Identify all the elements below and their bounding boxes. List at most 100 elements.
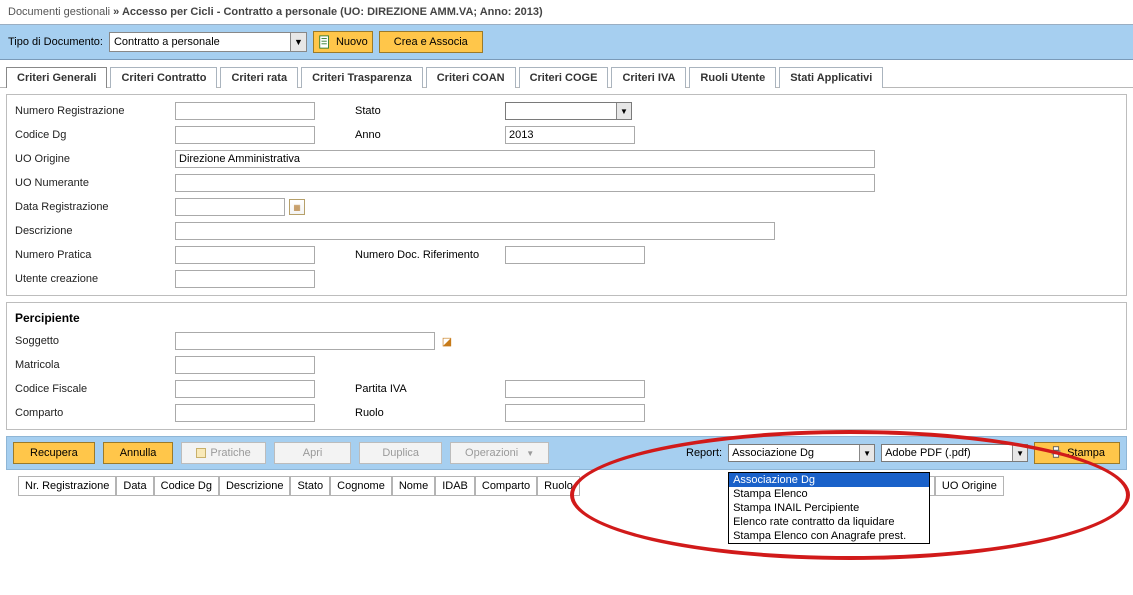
report-option-4[interactable]: Stampa Elenco con Anagrafe prest.: [729, 529, 929, 543]
breadcrumb: Documenti gestionali » Accesso per Cicli…: [0, 0, 1133, 25]
stato-combo[interactable]: ▼: [505, 102, 632, 120]
tab-criteri-trasparenza[interactable]: Criteri Trasparenza: [301, 67, 423, 88]
stampa-label: Stampa: [1067, 447, 1105, 459]
numero-doc-rif-input[interactable]: [505, 246, 645, 264]
chevron-down-icon: ▼: [526, 449, 534, 458]
results-table-header: Nr. Registrazione Data Codice Dg Descriz…: [6, 476, 1127, 496]
soggetto-label: Soggetto: [15, 335, 175, 347]
tab-stati-applicativi[interactable]: Stati Applicativi: [779, 67, 883, 88]
percipiente-title: Percipiente: [7, 307, 1126, 329]
col-idab[interactable]: IDAB: [435, 476, 475, 496]
nuovo-label: Nuovo: [336, 36, 368, 48]
report-option-0[interactable]: Associazione Dg: [729, 473, 929, 487]
col-data[interactable]: Data: [116, 476, 153, 496]
operazioni-button-disabled: Operazioni ▼: [450, 442, 549, 464]
uo-origine-label: UO Origine: [15, 153, 175, 165]
descrizione-input[interactable]: [175, 222, 775, 240]
apri-label: Apri: [303, 447, 323, 459]
recupera-button[interactable]: Recupera: [13, 442, 95, 464]
calendar-icon[interactable]: ▦: [289, 199, 305, 215]
numero-doc-rif-label: Numero Doc. Riferimento: [355, 249, 505, 261]
codice-fiscale-label: Codice Fiscale: [15, 383, 175, 395]
comparto-label: Comparto: [15, 407, 175, 419]
col-descrizione[interactable]: Descrizione: [219, 476, 290, 496]
partita-iva-input[interactable]: [505, 380, 645, 398]
col-nome[interactable]: Nome: [392, 476, 435, 496]
descrizione-label: Descrizione: [15, 225, 175, 237]
square-icon: [196, 448, 206, 458]
numero-reg-input[interactable]: [175, 102, 315, 120]
anno-label: Anno: [355, 129, 415, 141]
report-option-2[interactable]: Stampa INAIL Percipiente: [729, 501, 929, 515]
numero-pratica-input[interactable]: [175, 246, 315, 264]
report-option-1[interactable]: Stampa Elenco: [729, 487, 929, 501]
tab-criteri-iva[interactable]: Criteri IVA: [611, 67, 686, 88]
col-cognome[interactable]: Cognome: [330, 476, 392, 496]
tab-criteri-contratto[interactable]: Criteri Contratto: [110, 67, 217, 88]
chevron-down-icon[interactable]: ▼: [859, 445, 874, 461]
doc-type-label: Tipo di Documento:: [8, 36, 103, 48]
doc-type-input[interactable]: [110, 33, 290, 51]
anno-input[interactable]: [505, 126, 635, 144]
tab-criteri-rata[interactable]: Criteri rata: [220, 67, 298, 88]
stato-input[interactable]: [506, 103, 616, 119]
format-combo[interactable]: ▼: [881, 444, 1028, 462]
data-reg-label: Data Registrazione: [15, 201, 175, 213]
soggetto-input[interactable]: [175, 332, 435, 350]
chevron-down-icon[interactable]: ▼: [290, 33, 306, 51]
stampa-button[interactable]: Stampa: [1034, 442, 1120, 464]
tab-criteri-coan[interactable]: Criteri COAN: [426, 67, 516, 88]
col-ruolo[interactable]: Ruolo: [537, 476, 580, 496]
col-uo-origine[interactable]: UO Origine: [935, 476, 1004, 496]
apri-button-disabled: Apri: [274, 442, 352, 464]
numero-reg-label: Numero Registrazione: [15, 105, 175, 117]
breadcrumb-part2: Accesso per Cicli - Contratto a personal…: [122, 6, 543, 18]
ruolo-input[interactable]: [505, 404, 645, 422]
codice-fiscale-input[interactable]: [175, 380, 315, 398]
report-dropdown-list[interactable]: Associazione Dg Stampa Elenco Stampa INA…: [728, 472, 930, 544]
codice-dg-input[interactable]: [175, 126, 315, 144]
annulla-button[interactable]: Annulla: [103, 442, 174, 464]
comparto-input[interactable]: [175, 404, 315, 422]
chevron-down-icon[interactable]: ▼: [616, 103, 631, 119]
report-label: Report:: [686, 447, 722, 459]
report-input[interactable]: [729, 445, 859, 461]
people-picker-icon[interactable]: ◪: [439, 333, 455, 349]
data-reg-input[interactable]: [175, 198, 285, 216]
tab-ruoli-utente[interactable]: Ruoli Utente: [689, 67, 776, 88]
pratiche-button-disabled: Pratiche: [181, 442, 265, 464]
annulla-label: Annulla: [120, 447, 157, 459]
nuovo-button[interactable]: Nuovo: [313, 31, 373, 53]
uo-origine-input[interactable]: [175, 150, 875, 168]
operazioni-label: Operazioni: [465, 447, 518, 459]
col-stato[interactable]: Stato: [290, 476, 330, 496]
tab-criteri-generali[interactable]: Criteri Generali: [6, 67, 107, 88]
criteria-tabs: Criteri Generali Criteri Contratto Crite…: [0, 60, 1133, 88]
col-comparto[interactable]: Comparto: [475, 476, 537, 496]
matricola-input[interactable]: [175, 356, 315, 374]
utente-creazione-input[interactable]: [175, 270, 315, 288]
crea-associa-button[interactable]: Crea e Associa: [379, 31, 483, 53]
chevron-down-icon[interactable]: ▼: [1012, 445, 1027, 461]
tab-criteri-coge[interactable]: Criteri COGE: [519, 67, 609, 88]
utente-creazione-label: Utente creazione: [15, 273, 175, 285]
uo-numerante-input[interactable]: [175, 174, 875, 192]
criteri-generali-panel: Numero Registrazione Stato ▼ Codice Dg A…: [6, 94, 1127, 296]
matricola-label: Matricola: [15, 359, 175, 371]
col-codice-dg[interactable]: Codice Dg: [154, 476, 219, 496]
new-doc-icon: [318, 35, 332, 49]
report-combo[interactable]: ▼: [728, 444, 875, 462]
doc-type-combo[interactable]: ▼: [109, 32, 307, 52]
recupera-label: Recupera: [30, 447, 78, 459]
report-option-3[interactable]: Elenco rate contratto da liquidare: [729, 515, 929, 529]
col-nr-registrazione[interactable]: Nr. Registrazione: [18, 476, 116, 496]
format-input[interactable]: [882, 445, 1012, 461]
partita-iva-label: Partita IVA: [355, 383, 445, 395]
ruolo-label: Ruolo: [355, 407, 445, 419]
crea-associa-label: Crea e Associa: [394, 36, 468, 48]
numero-pratica-label: Numero Pratica: [15, 249, 175, 261]
pratiche-label: Pratiche: [210, 447, 250, 459]
codice-dg-label: Codice Dg: [15, 129, 175, 141]
breadcrumb-part1: Documenti gestionali: [8, 6, 110, 18]
stato-label: Stato: [355, 105, 415, 117]
